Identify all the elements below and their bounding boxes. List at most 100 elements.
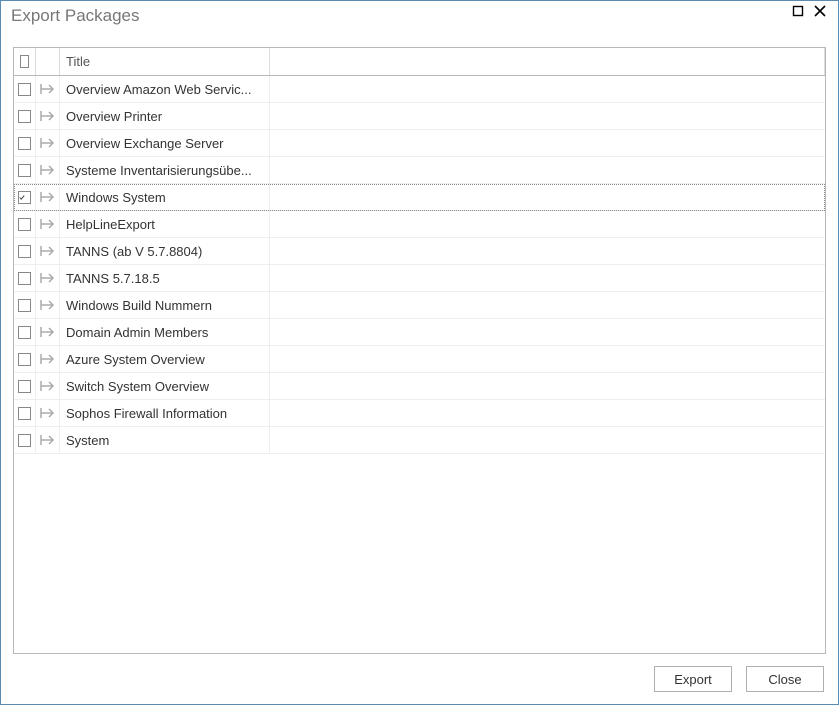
row-checkbox-cell[interactable] xyxy=(14,427,36,453)
table-row[interactable]: TANNS (ab V 5.7.8804) xyxy=(14,238,825,265)
row-title-cell: Overview Printer xyxy=(60,103,270,129)
export-arrow-icon xyxy=(39,163,57,177)
header-checkbox-cell[interactable] xyxy=(14,48,36,75)
row-checkbox-cell[interactable] xyxy=(14,265,36,291)
table-row[interactable]: System xyxy=(14,427,825,454)
row-checkbox[interactable] xyxy=(18,353,31,366)
table-row[interactable]: Domain Admin Members xyxy=(14,319,825,346)
row-spacer-cell xyxy=(270,103,825,129)
row-title-cell: Switch System Overview xyxy=(60,373,270,399)
close-button[interactable]: Close xyxy=(746,666,824,692)
row-icon-cell xyxy=(36,373,60,399)
row-icon-cell xyxy=(36,265,60,291)
row-checkbox[interactable] xyxy=(18,110,31,123)
row-checkbox[interactable] xyxy=(18,164,31,177)
row-icon-cell xyxy=(36,157,60,183)
row-checkbox-cell[interactable] xyxy=(14,103,36,129)
table-row[interactable]: Overview Printer xyxy=(14,103,825,130)
row-spacer-cell xyxy=(270,319,825,345)
table-row[interactable]: Overview Exchange Server xyxy=(14,130,825,157)
row-checkbox-cell[interactable] xyxy=(14,157,36,183)
export-arrow-icon xyxy=(39,325,57,339)
row-checkbox[interactable] xyxy=(18,245,31,258)
row-checkbox[interactable] xyxy=(18,380,31,393)
row-title-cell: Domain Admin Members xyxy=(60,319,270,345)
header-icon-cell xyxy=(36,48,60,75)
row-icon-cell xyxy=(36,427,60,453)
export-arrow-icon xyxy=(39,352,57,366)
row-icon-cell xyxy=(36,319,60,345)
row-title-cell: System xyxy=(60,427,270,453)
table-row[interactable]: Azure System Overview xyxy=(14,346,825,373)
row-checkbox[interactable] xyxy=(18,299,31,312)
row-checkbox[interactable] xyxy=(18,407,31,420)
row-spacer-cell xyxy=(270,427,825,453)
row-checkbox[interactable] xyxy=(18,326,31,339)
row-checkbox-cell[interactable] xyxy=(14,238,36,264)
export-arrow-icon xyxy=(39,109,57,123)
export-arrow-icon xyxy=(39,298,57,312)
grid-body[interactable]: Overview Amazon Web Servic...Overview Pr… xyxy=(14,76,825,653)
window-title: Export Packages xyxy=(11,6,140,26)
row-icon-cell xyxy=(36,76,60,102)
export-arrow-icon xyxy=(39,406,57,420)
header-title-cell[interactable]: Title xyxy=(60,48,270,75)
export-arrow-icon xyxy=(39,217,57,231)
table-row[interactable]: TANNS 5.7.18.5 xyxy=(14,265,825,292)
row-checkbox-cell[interactable] xyxy=(14,211,36,237)
row-title-cell: TANNS 5.7.18.5 xyxy=(60,265,270,291)
row-checkbox-cell[interactable] xyxy=(14,319,36,345)
titlebar: Export Packages xyxy=(1,1,838,31)
row-title-cell: Systeme Inventarisierungsübe... xyxy=(60,157,270,183)
row-spacer-cell xyxy=(270,211,825,237)
export-arrow-icon xyxy=(39,433,57,447)
table-row[interactable]: Overview Amazon Web Servic... xyxy=(14,76,825,103)
content-area: Title Overview Amazon Web Servic...Overv… xyxy=(1,31,838,654)
row-checkbox[interactable] xyxy=(18,434,31,447)
row-checkbox[interactable] xyxy=(18,218,31,231)
table-row[interactable]: Systeme Inventarisierungsübe... xyxy=(14,157,825,184)
row-spacer-cell xyxy=(270,238,825,264)
row-checkbox-cell[interactable] xyxy=(14,373,36,399)
row-title-cell: HelpLineExport xyxy=(60,211,270,237)
row-spacer-cell xyxy=(270,373,825,399)
table-row[interactable]: Switch System Overview xyxy=(14,373,825,400)
header-spacer-cell xyxy=(270,48,825,75)
row-title-cell: Windows Build Nummern xyxy=(60,292,270,318)
maximize-button[interactable] xyxy=(788,1,808,21)
packages-grid: Title Overview Amazon Web Servic...Overv… xyxy=(13,47,826,654)
row-checkbox-cell[interactable] xyxy=(14,184,36,210)
row-title-cell: Azure System Overview xyxy=(60,346,270,372)
footer: Export Close xyxy=(1,654,838,704)
row-checkbox-cell[interactable] xyxy=(14,76,36,102)
export-arrow-icon xyxy=(39,244,57,258)
row-checkbox[interactable] xyxy=(18,137,31,150)
row-spacer-cell xyxy=(270,76,825,102)
table-row[interactable]: Windows System xyxy=(14,184,825,211)
row-icon-cell xyxy=(36,238,60,264)
row-icon-cell xyxy=(36,400,60,426)
row-spacer-cell xyxy=(270,346,825,372)
row-spacer-cell xyxy=(270,184,825,210)
row-title-cell: Overview Exchange Server xyxy=(60,130,270,156)
row-icon-cell xyxy=(36,130,60,156)
select-all-checkbox[interactable] xyxy=(20,55,29,68)
row-checkbox[interactable] xyxy=(18,83,31,96)
row-checkbox-cell[interactable] xyxy=(14,130,36,156)
close-icon xyxy=(814,5,826,17)
row-icon-cell xyxy=(36,292,60,318)
row-checkbox-cell[interactable] xyxy=(14,292,36,318)
table-row[interactable]: Sophos Firewall Information xyxy=(14,400,825,427)
row-title-cell: Sophos Firewall Information xyxy=(60,400,270,426)
row-checkbox-cell[interactable] xyxy=(14,346,36,372)
table-row[interactable]: Windows Build Nummern xyxy=(14,292,825,319)
export-arrow-icon xyxy=(39,82,57,96)
row-spacer-cell xyxy=(270,265,825,291)
table-row[interactable]: HelpLineExport xyxy=(14,211,825,238)
row-checkbox[interactable] xyxy=(18,272,31,285)
close-window-button[interactable] xyxy=(810,1,830,21)
row-checkbox-cell[interactable] xyxy=(14,400,36,426)
export-button[interactable]: Export xyxy=(654,666,732,692)
row-checkbox[interactable] xyxy=(18,191,31,204)
export-arrow-icon xyxy=(39,271,57,285)
